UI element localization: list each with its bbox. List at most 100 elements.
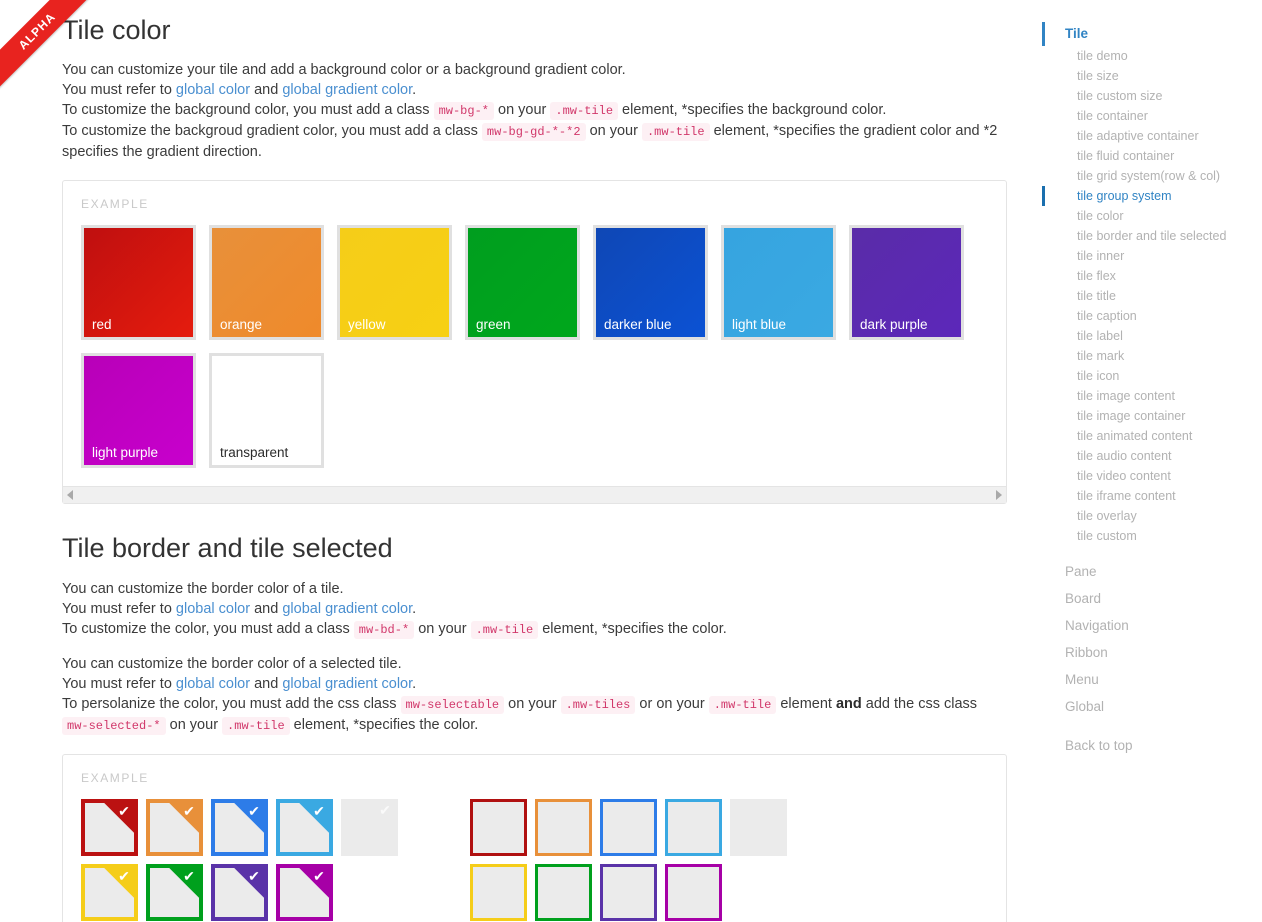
selected-tile-orange[interactable]: ✔ (146, 798, 203, 856)
color-tile-light-purple[interactable]: light purple (81, 353, 196, 469)
selected-tile-light-blue[interactable]: ✔ (276, 798, 333, 856)
sidebar-item-tile-title[interactable]: tile title (1042, 286, 1262, 306)
sidebar-item-tile-image-content[interactable]: tile image content (1042, 386, 1262, 406)
color-tile-label: light blue (732, 316, 787, 332)
color-tile-green[interactable]: green (465, 225, 580, 341)
sidebar-item-tile-adaptive-container[interactable]: tile adaptive container (1042, 126, 1262, 146)
color-tile-light-blue[interactable]: light blue (721, 225, 836, 341)
sidebar-item-tile-inner[interactable]: tile inner (1042, 246, 1262, 266)
sidebar-item-tile-icon[interactable]: tile icon (1042, 366, 1262, 386)
text-line: To persolanize the color, you must add t… (62, 695, 978, 735)
sidebar-group-ribbon[interactable]: Ribbon (1042, 639, 1262, 666)
section-title-tile-color: Tile color (62, 15, 171, 45)
paragraph-tile-color: You can customize your tile and add a ba… (62, 60, 1002, 162)
check-icon: ✔ (379, 801, 391, 818)
selected-tile-none[interactable]: ✔ (341, 798, 398, 856)
paragraph-tile-border-1: You can customize the border color of a … (62, 579, 1002, 640)
selected-tile-light-purple[interactable]: ✔ (276, 863, 333, 921)
color-tile-label: transparent (220, 444, 289, 460)
link-global-color[interactable]: global color (176, 676, 250, 692)
back-to-top-link[interactable]: Back to top (1042, 732, 1262, 759)
sidebar-item-tile-custom[interactable]: tile custom (1042, 526, 1262, 546)
sidebar-item-tile-custom-size[interactable]: tile custom size (1042, 86, 1262, 106)
link-global-gradient-color[interactable]: global gradient color (282, 601, 412, 617)
sidebar-head-tile[interactable]: Tile (1042, 22, 1262, 46)
sidebar-item-tile-color[interactable]: tile color (1042, 206, 1262, 226)
color-tile-dark-purple[interactable]: dark purple (849, 225, 964, 341)
color-tile-label: red (92, 316, 112, 332)
code-mw-tile: .mw-tile (708, 695, 777, 714)
check-icon: ✔ (248, 802, 260, 819)
selected-tile-green[interactable]: ✔ (146, 863, 203, 921)
code-mw-bg-gd: mw-bg-gd-*-*2 (481, 123, 586, 142)
sidebar-item-tile-audio-content[interactable]: tile audio content (1042, 446, 1262, 466)
border-tile-row (470, 863, 787, 921)
sidebar-item-tile-size[interactable]: tile size (1042, 66, 1262, 86)
sidebar-item-tile-group-system[interactable]: tile group system (1042, 186, 1262, 206)
color-tile-orange[interactable]: orange (209, 225, 324, 341)
example-body: red orange yellow green darker blue light blu… (63, 211, 1006, 486)
sidebar-item-tile-iframe-content[interactable]: tile iframe content (1042, 486, 1262, 506)
check-icon: ✔ (183, 802, 195, 819)
link-global-gradient-color[interactable]: global gradient color (282, 676, 412, 692)
border-tile-darker-blue[interactable] (600, 798, 657, 856)
border-tile-light-purple[interactable] (665, 863, 722, 921)
sidebar-group-navigation[interactable]: Navigation (1042, 612, 1262, 639)
border-tile-row (470, 798, 787, 856)
toc-sidebar: Tile tile demo tile size tile custom size t… (1040, 0, 1262, 922)
example-label: EXAMPLE (81, 770, 149, 785)
sidebar-item-tile-demo[interactable]: tile demo (1042, 46, 1262, 66)
code-mw-selectable: mw-selectable (400, 695, 505, 714)
color-tile-yellow[interactable]: yellow (337, 225, 452, 341)
check-icon: ✔ (313, 802, 325, 819)
border-tile-yellow[interactable] (470, 863, 527, 921)
sidebar-item-tile-caption[interactable]: tile caption (1042, 306, 1262, 326)
text-line: You can customize the border color of a … (62, 580, 344, 597)
border-tile-red[interactable] (470, 798, 527, 856)
sidebar-item-tile-container[interactable]: tile container (1042, 106, 1262, 126)
sidebar-group-pane[interactable]: Pane (1042, 558, 1262, 585)
selected-tile-dark-purple[interactable]: ✔ (211, 863, 268, 921)
sidebar-group-menu[interactable]: Menu (1042, 666, 1262, 693)
sidebar-group-board[interactable]: Board (1042, 585, 1262, 612)
sidebar-item-tile-border-and-tile-selected[interactable]: tile border and tile selected (1042, 226, 1262, 246)
selected-tile-group: ✔ ✔ ✔ ✔ ✔ ✔ ✔ ✔ ✔ (81, 798, 398, 921)
link-global-color[interactable]: global color (176, 82, 250, 98)
color-tile-row: red orange yellow green darker blue light blu… (81, 225, 988, 341)
border-tile-green[interactable] (535, 863, 592, 921)
selected-tile-row: ✔ ✔ ✔ ✔ (81, 863, 398, 921)
color-tile-row: light purple transparent (81, 353, 988, 469)
sidebar-item-tile-overlay[interactable]: tile overlay (1042, 506, 1262, 526)
page: Tile color You can customize your tile a… (0, 0, 1262, 922)
border-tile-none[interactable] (730, 798, 787, 856)
sidebar-item-tile-flex[interactable]: tile flex (1042, 266, 1262, 286)
example-label: EXAMPLE (81, 197, 149, 212)
sidebar-item-tile-image-container[interactable]: tile image container (1042, 406, 1262, 426)
sidebar-item-tile-animated-content[interactable]: tile animated content (1042, 426, 1262, 446)
sidebar-item-tile-fluid-container[interactable]: tile fluid container (1042, 146, 1262, 166)
sidebar-item-tile-grid-system-row-col-[interactable]: tile grid system(row & col) (1042, 166, 1262, 186)
border-tile-dark-purple[interactable] (600, 863, 657, 921)
color-tile-darker-blue[interactable]: darker blue (593, 225, 708, 341)
selected-tile-red[interactable]: ✔ (81, 798, 138, 856)
color-tile-transparent[interactable]: transparent (209, 353, 324, 469)
sidebar-group-global[interactable]: Global (1042, 693, 1262, 720)
scroll-left-arrow-icon[interactable] (67, 490, 73, 501)
border-tile-light-blue[interactable] (665, 798, 722, 856)
scroll-right-arrow-icon[interactable] (996, 490, 1002, 501)
sidebar-item-tile-label[interactable]: tile label (1042, 326, 1262, 346)
code-mw-tile: .mw-tile (470, 620, 539, 639)
sidebar-item-tile-mark[interactable]: tile mark (1042, 346, 1262, 366)
sidebar-item-tile-video-content[interactable]: tile video content (1042, 466, 1262, 486)
link-global-gradient-color[interactable]: global gradient color (282, 82, 412, 98)
selected-tile-row: ✔ ✔ ✔ ✔ ✔ (81, 798, 398, 856)
text-line: To customize the background color, you m… (62, 102, 887, 121)
code-mw-bg: mw-bg-* (433, 102, 494, 121)
color-tile-red[interactable]: red (81, 225, 196, 341)
horizontal-scrollbar[interactable] (63, 486, 1006, 504)
selected-tile-yellow[interactable]: ✔ (81, 863, 138, 921)
link-global-color[interactable]: global color (176, 601, 250, 617)
border-tile-orange[interactable] (535, 798, 592, 856)
selected-tile-darker-blue[interactable]: ✔ (211, 798, 268, 856)
